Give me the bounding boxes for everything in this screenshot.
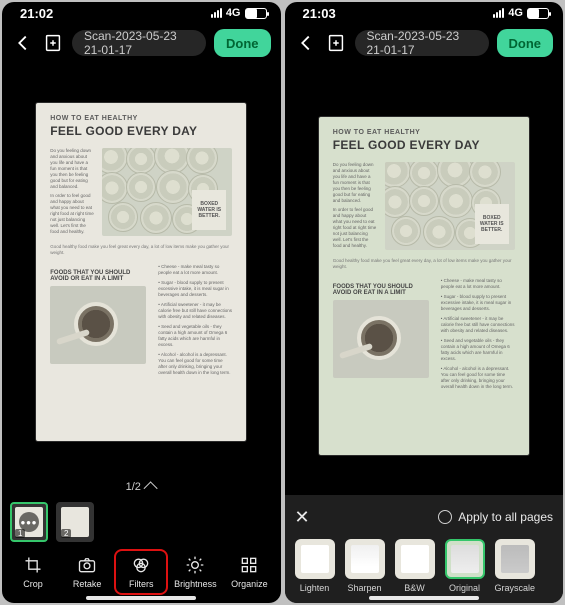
filter-bw[interactable]: B&W	[395, 539, 435, 593]
phone-right: 21:03 4G Scan-2023-05-23 21-01-17 Done H…	[285, 2, 564, 603]
header: Scan-2023-05-23 21-01-17 Done	[2, 24, 281, 62]
filter-list: Lighten Sharpen B&W Original Grayscale	[295, 539, 554, 593]
header: Scan-2023-05-23 21-01-17 Done	[285, 24, 564, 62]
thumbnail-strip: ••• 1 2	[2, 499, 281, 545]
thumbnail-2[interactable]: 2	[56, 502, 94, 542]
doc-badge: BOXED WATER IS BETTER.	[475, 204, 509, 244]
scan-canvas[interactable]: HOW TO EAT HEALTHY FEEL GOOD EVERY DAY D…	[2, 62, 281, 475]
filter-sharpen[interactable]: Sharpen	[345, 539, 385, 593]
bottom-toolbar: Crop Retake Filters Brightness Organize	[2, 545, 281, 603]
close-icon[interactable]: ✕	[295, 507, 310, 528]
home-indicator	[369, 596, 479, 600]
signal-icon	[211, 8, 222, 18]
file-title-input[interactable]: Scan-2023-05-23 21-01-17	[72, 30, 206, 56]
doc-image-lemons: BOXED WATER IS BETTER.	[102, 148, 232, 236]
status-bar: 21:02 4G	[2, 2, 281, 24]
phone-left: 21:02 4G Scan-2023-05-23 21-01-17 Done H…	[2, 2, 281, 603]
doc-subtitle: HOW TO EAT HEALTHY	[50, 115, 232, 122]
filter-grayscale[interactable]: Grayscale	[495, 539, 536, 593]
doc-h3: FOODS THAT YOU SHOULD AVOID OR EAT IN A …	[50, 270, 150, 282]
signal-icon	[493, 8, 504, 18]
status-right: 4G	[211, 7, 267, 19]
doc-subtitle: HOW TO EAT HEALTHY	[333, 129, 515, 136]
battery-icon	[245, 8, 267, 19]
scan-canvas[interactable]: HOW TO EAT HEALTHY FEEL GOOD EVERY DAY D…	[285, 62, 564, 495]
doc-h3: FOODS THAT YOU SHOULD AVOID OR EAT IN A …	[333, 284, 433, 296]
filters-button[interactable]: Filters	[116, 551, 166, 593]
doc-image-coffee	[50, 286, 146, 364]
apply-all-toggle[interactable]: Apply to all pages	[438, 510, 553, 524]
thumbnail-1[interactable]: ••• 1	[10, 502, 48, 542]
filter-lighten[interactable]: Lighten	[295, 539, 335, 593]
crop-button[interactable]: Crop	[8, 551, 58, 593]
organize-button[interactable]: Organize	[224, 551, 274, 593]
done-button[interactable]: Done	[497, 29, 554, 57]
filters-panel: ✕ Apply to all pages Lighten Sharpen B&W…	[285, 495, 564, 603]
back-icon[interactable]	[12, 32, 34, 54]
radio-icon	[438, 510, 452, 524]
status-bar: 21:03 4G	[285, 2, 564, 24]
add-page-icon[interactable]	[42, 32, 64, 54]
file-title-input[interactable]: Scan-2023-05-23 21-01-17	[355, 30, 489, 56]
doc-title: FEEL GOOD EVERY DAY	[333, 138, 515, 152]
battery-icon	[527, 8, 549, 19]
home-indicator	[86, 596, 196, 600]
scanned-page: HOW TO EAT HEALTHY FEEL GOOD EVERY DAY D…	[319, 117, 529, 455]
back-icon[interactable]	[295, 32, 317, 54]
file-title-text: Scan-2023-05-23 21-01-17	[84, 29, 194, 57]
done-button[interactable]: Done	[214, 29, 271, 57]
doc-badge: BOXED WATER IS BETTER.	[192, 190, 226, 230]
chevron-up-icon	[143, 481, 157, 495]
doc-image-lemons: BOXED WATER IS BETTER.	[385, 162, 515, 250]
status-time: 21:03	[303, 6, 336, 21]
file-title-text: Scan-2023-05-23 21-01-17	[367, 29, 477, 57]
filter-original[interactable]: Original	[445, 539, 485, 593]
doc-title: FEEL GOOD EVERY DAY	[50, 124, 232, 138]
status-time: 21:02	[20, 6, 53, 21]
network-label: 4G	[226, 7, 241, 19]
status-right: 4G	[493, 7, 549, 19]
brightness-button[interactable]: Brightness	[170, 551, 220, 593]
add-page-icon[interactable]	[325, 32, 347, 54]
scanned-page: HOW TO EAT HEALTHY FEEL GOOD EVERY DAY D…	[36, 103, 246, 441]
network-label: 4G	[508, 7, 523, 19]
page-indicator[interactable]: 1/2	[2, 475, 281, 499]
retake-button[interactable]: Retake	[62, 551, 112, 593]
doc-image-coffee	[333, 300, 429, 378]
